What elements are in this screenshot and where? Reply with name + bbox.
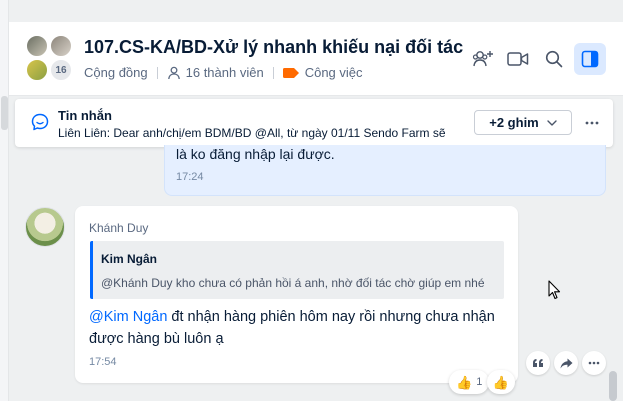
sender-avatar[interactable]: [25, 207, 65, 247]
quote-reply-button[interactable]: [526, 351, 550, 375]
video-call-icon: [507, 52, 529, 66]
pinned-title: Tin nhắn: [58, 108, 112, 123]
reaction-count: 1: [476, 376, 483, 388]
quoted-sender-name: Kim Ngân: [101, 252, 158, 266]
own-message-bubble[interactable]: là ko đăng nhập lại được. 17:24: [164, 145, 606, 196]
member-avatar: [25, 34, 49, 58]
add-reaction-button[interactable]: 👍: [487, 370, 515, 394]
message-more-button[interactable]: [582, 351, 606, 375]
more-horizontal-icon: [588, 361, 600, 365]
group-meta: Cộng đồng 16 thành viên Công việc: [84, 65, 363, 80]
reaction-summary[interactable]: 👍 1: [449, 370, 490, 394]
sidebar-toggle-icon: [581, 50, 599, 68]
person-icon: [167, 66, 181, 80]
divider: [156, 66, 158, 79]
member-avatar: [25, 58, 49, 82]
sender-name: Khánh Duy: [89, 221, 149, 235]
thumbs-up-icon: 👍: [456, 374, 473, 390]
share-icon: [560, 358, 572, 368]
left-scrollbar-thumb[interactable]: [1, 96, 8, 130]
message-text: là ko đăng nhập lại được.: [176, 146, 335, 162]
quoted-message[interactable]: Kim Ngân @Khánh Duy kho chưa có phản hồi…: [90, 241, 504, 299]
message-text: @Kim Ngân đt nhận hàng phiên hôm nay rồi…: [89, 306, 499, 350]
more-pins-button[interactable]: +2 ghim: [474, 110, 572, 135]
members-link[interactable]: 16 thành viên: [186, 65, 264, 80]
divider: [272, 66, 274, 79]
mention-link[interactable]: @Kim Ngân: [89, 309, 167, 325]
chevron-down-icon: [547, 119, 557, 126]
community-label: Cộng đồng: [84, 65, 148, 80]
pinned-message-bar[interactable]: Tin nhắn Liên Liên: Dear anh/chị/em BDM/…: [15, 99, 613, 147]
search-button[interactable]: [538, 43, 570, 75]
incoming-message-bubble[interactable]: Khánh Duy Kim Ngân @Khánh Duy kho chưa c…: [75, 206, 518, 383]
group-title[interactable]: 107.CS-KA/BD-Xử lý nhanh khiếu nại đối t…: [84, 37, 463, 58]
message-time: 17:24: [176, 171, 204, 183]
member-count-badge: 16: [49, 58, 73, 82]
category-tag-icon: [282, 67, 299, 78]
left-panel-edge: [0, 0, 9, 401]
chat-header: 16 107.CS-KA/BD-Xử lý nhanh khiếu nại đố…: [9, 22, 623, 96]
search-icon: [545, 50, 563, 68]
pinned-preview[interactable]: Liên Liên: Dear anh/chị/em BDM/BD @All, …: [58, 126, 473, 140]
category-label[interactable]: Công việc: [305, 65, 363, 80]
message-time: 17:54: [89, 356, 117, 368]
add-member-button[interactable]: [467, 43, 499, 75]
more-horizontal-icon: [585, 121, 598, 124]
share-button[interactable]: [554, 351, 578, 375]
conversation-info-toggle[interactable]: [574, 43, 606, 75]
quoted-text: @Khánh Duy kho chưa có phản hồi á anh, n…: [101, 276, 485, 290]
pinned-more-options-button[interactable]: [579, 110, 604, 135]
video-call-button[interactable]: [502, 43, 534, 75]
more-pins-label: +2 ghim: [489, 115, 539, 130]
add-member-icon: [472, 51, 493, 67]
member-avatar: [49, 34, 73, 58]
message-icon: [31, 113, 49, 131]
group-avatar[interactable]: 16: [23, 32, 75, 84]
mouse-cursor-icon: [548, 280, 561, 300]
chat-scrollbar[interactable]: [609, 371, 617, 401]
quote-icon: [533, 359, 543, 367]
thumbs-up-icon: 👍: [492, 374, 510, 390]
